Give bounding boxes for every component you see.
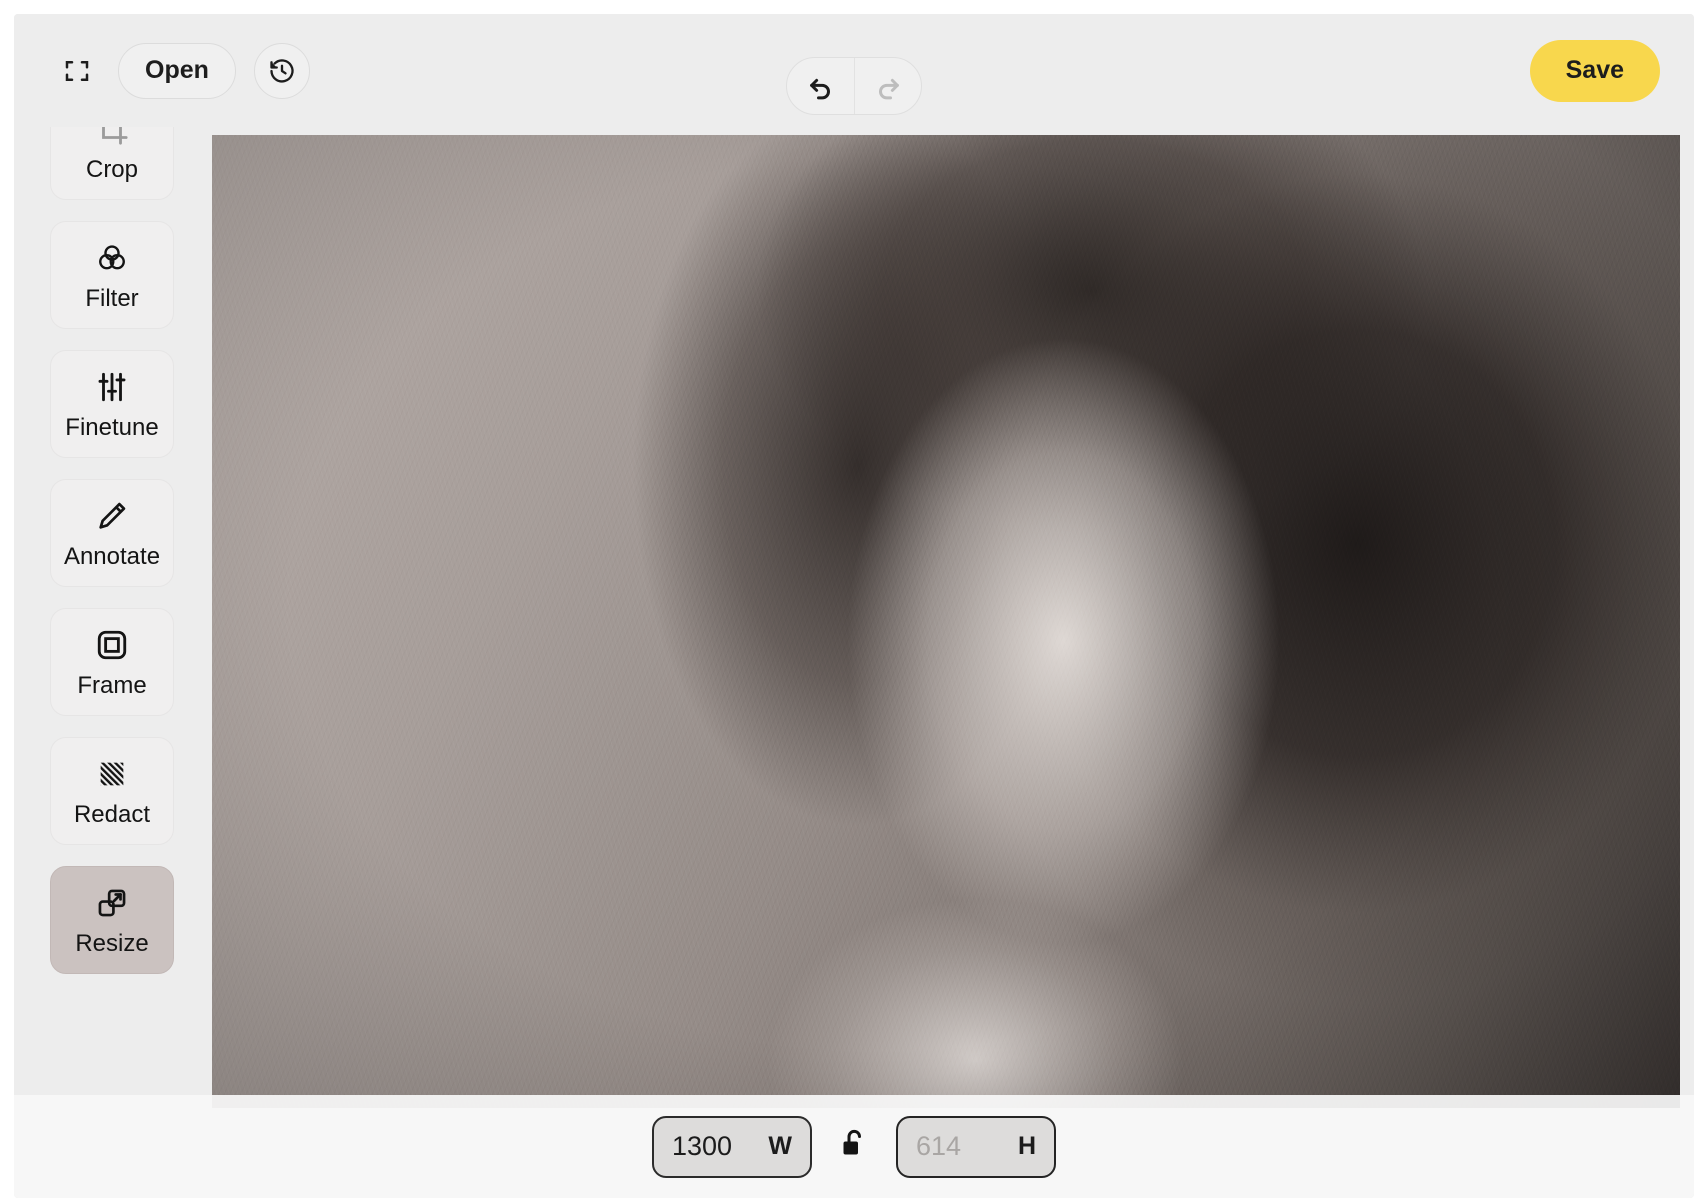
header-right-group: Save [1529,14,1660,127]
tool-list: Crop Filter Finetune Annotate Frame Reda… [50,127,174,974]
sidebar-item-label: Frame [77,672,147,699]
sidebar-item-annotate[interactable]: Annotate [50,479,174,587]
crop-icon [93,127,131,148]
width-input[interactable]: 1300 W [652,1115,812,1178]
sidebar-item-label: Crop [85,156,139,183]
resize-control-bar: 1300 W 614 H [14,1095,1694,1198]
redact-icon [93,755,131,793]
sidebar-item-label: Redact [73,801,151,828]
sidebar-item-label: Resize [75,930,149,957]
history-revert-icon[interactable] [253,42,310,99]
sidebar-item-finetune[interactable]: Finetune [50,350,174,458]
save-button-label: Save [1565,56,1624,84]
canvas-area: Crop Filter Finetune Annotate Frame Reda… [14,127,1694,1198]
sidebar-item-redact[interactable]: Redact [50,737,174,845]
redo-button[interactable] [854,58,921,114]
aspect-lock-toggle[interactable] [834,1125,874,1169]
tool-sidebar: Crop Filter Finetune Annotate Frame Reda… [50,127,174,1198]
sidebar-item-resize[interactable]: Resize [50,866,174,974]
photo-vignette-overlay [212,135,1680,1108]
finetune-icon [93,368,131,406]
save-button[interactable]: Save [1529,39,1660,102]
width-unit-label: W [768,1132,792,1160]
sidebar-item-frame[interactable]: Frame [50,608,174,716]
unlocked-padlock-icon [839,1127,869,1166]
image-canvas[interactable] [212,135,1680,1108]
height-unit-label: H [1017,1132,1036,1160]
frame-icon [93,626,131,664]
height-input[interactable]: 614 H [896,1115,1056,1178]
sidebar-item-label: Filter [85,285,139,312]
height-value: 614 [916,1131,962,1161]
undo-button[interactable] [787,58,854,114]
sidebar-item-label: Finetune [65,414,159,441]
width-value: 1300 [672,1131,733,1161]
undo-redo-group [786,57,922,115]
filter-icon [93,239,131,277]
sidebar-item-filter[interactable]: Filter [50,221,174,329]
sidebar-item-label: Annotate [63,543,161,570]
pencil-icon [93,497,131,535]
header-left-group: Open [54,14,310,127]
expand-frame-icon[interactable] [54,48,100,94]
image-editor-window: Open Save Crop Filter Finetune Annotate … [14,14,1694,1198]
open-button-label: Open [145,56,209,84]
resize-icon [93,884,131,922]
editor-header: Open Save [14,14,1694,127]
sidebar-item-crop[interactable]: Crop [50,127,174,200]
open-button[interactable]: Open [118,42,236,99]
